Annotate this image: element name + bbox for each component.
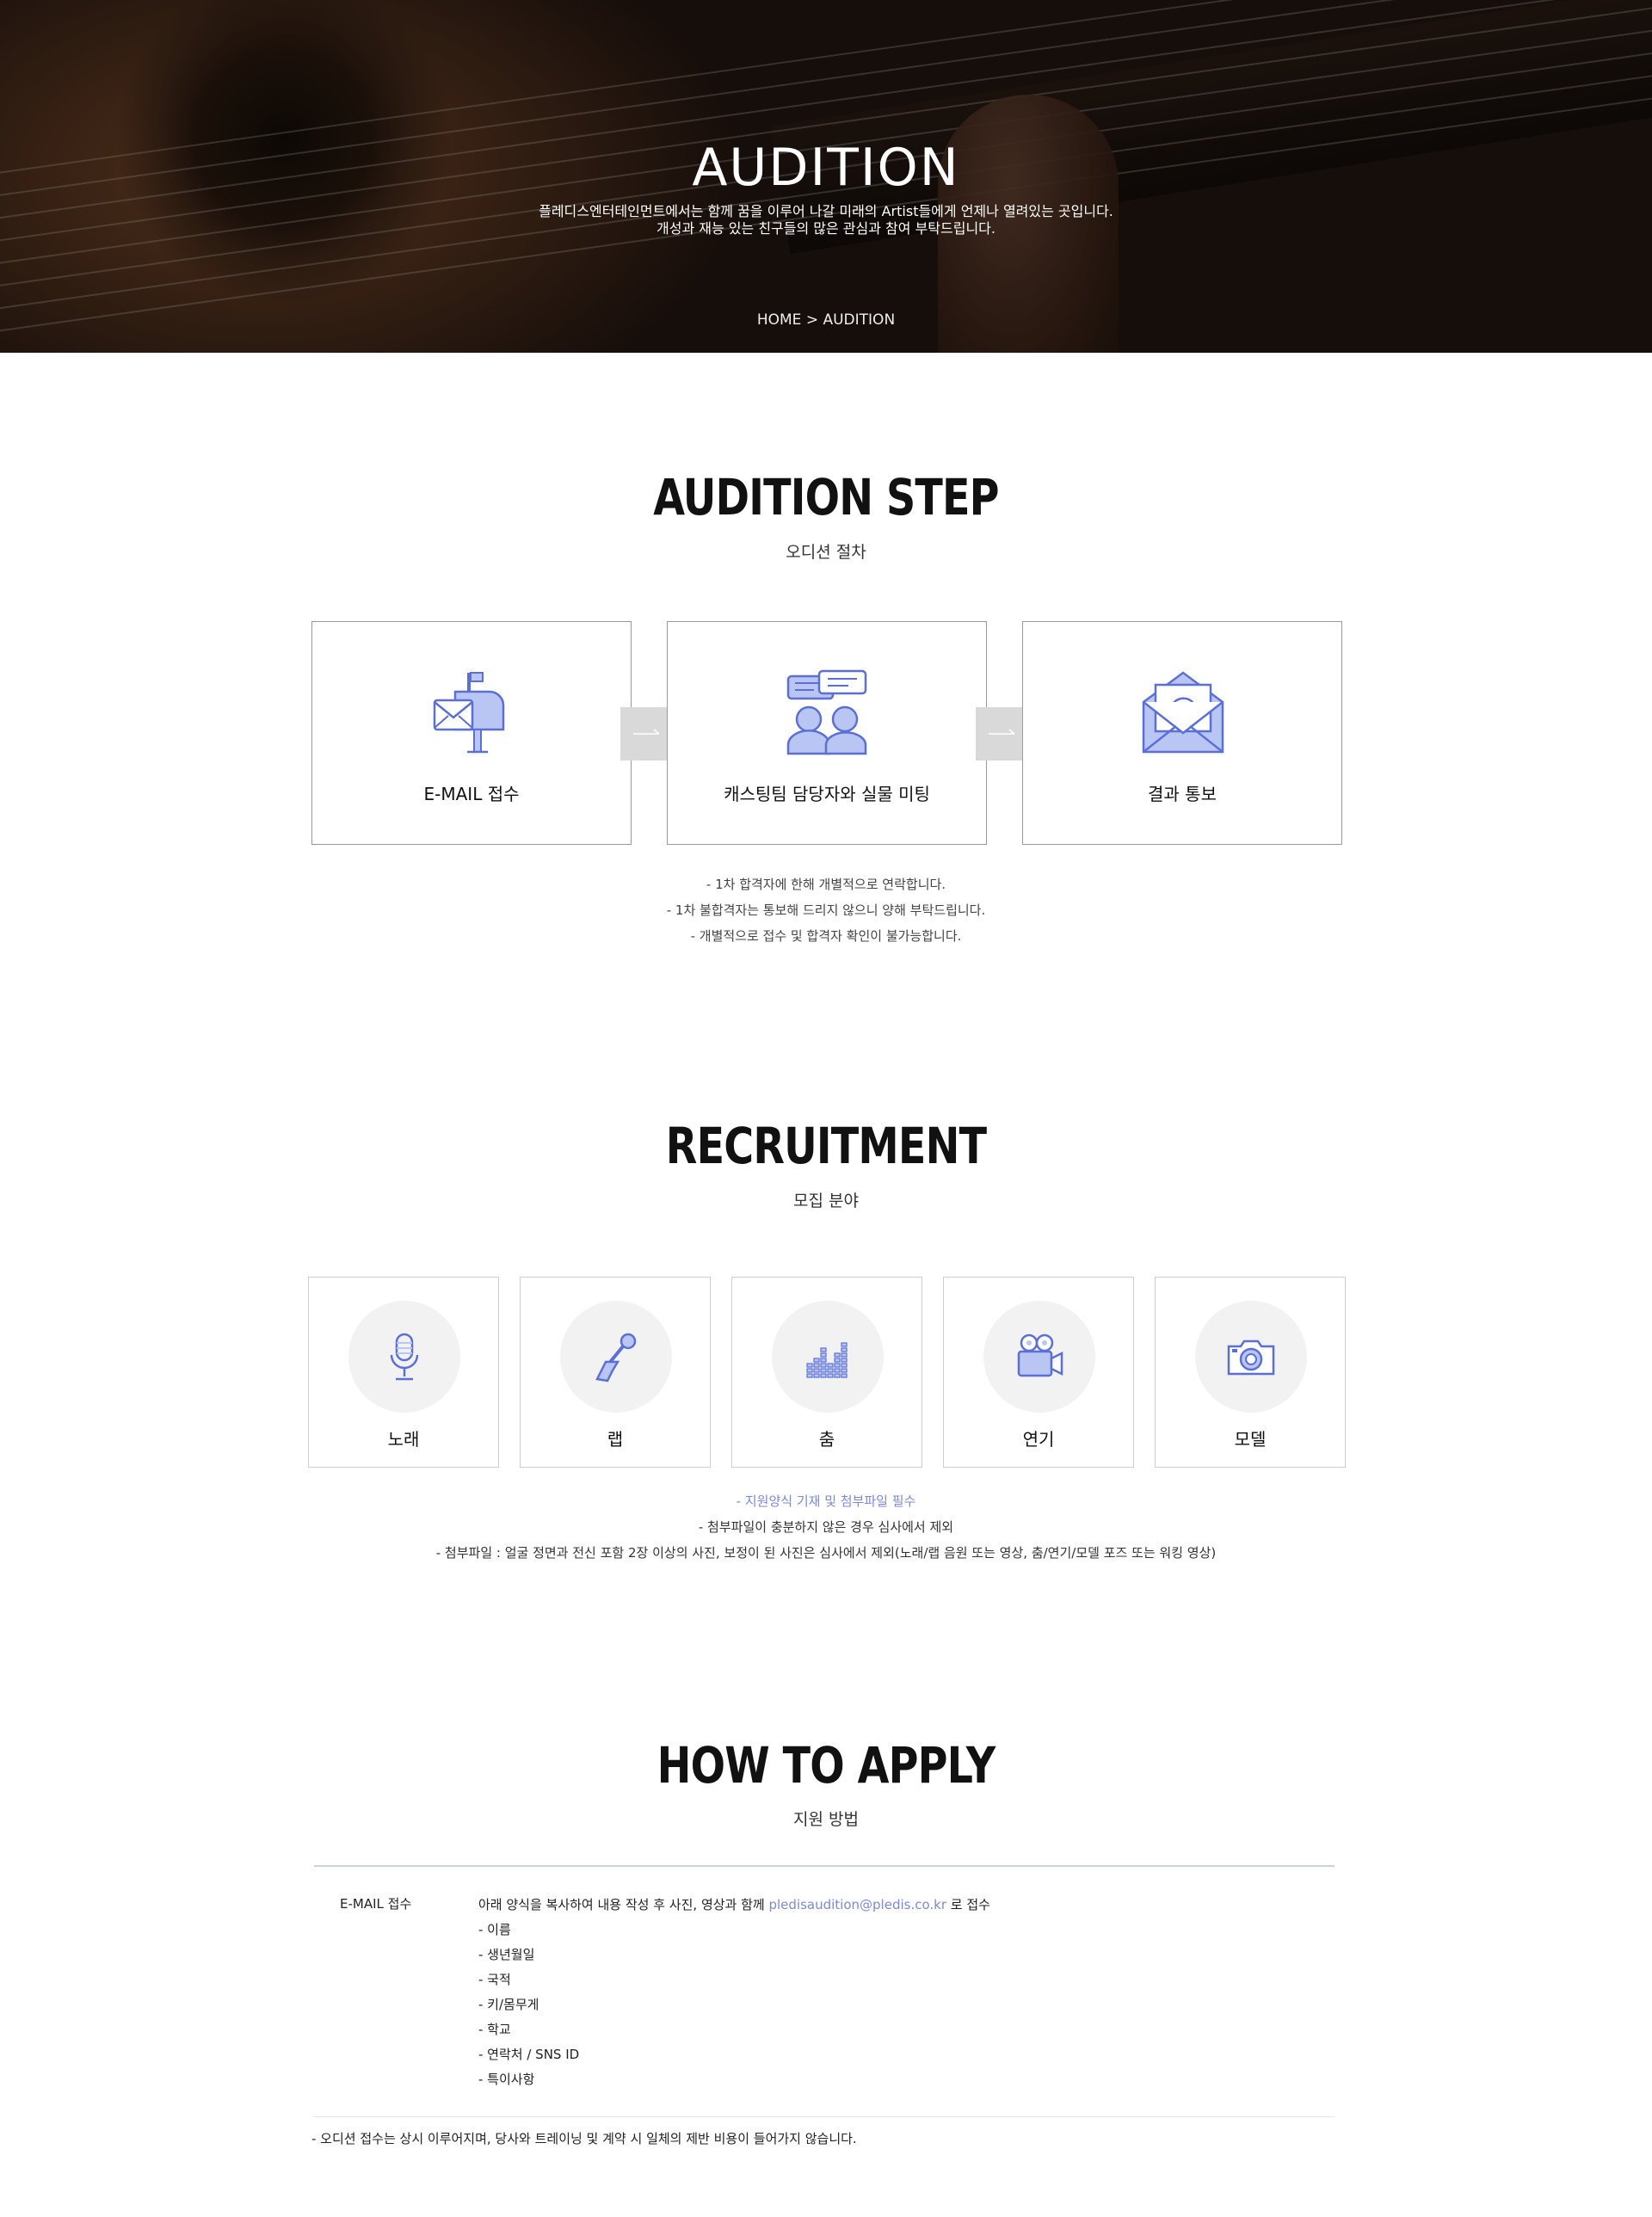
microphone-icon [390, 1333, 419, 1381]
hero-description-line1: 플레디스엔터테인먼트에서는 함께 꿈을 이루어 나갈 미래의 Artist들에게… [539, 203, 1113, 219]
hero-banner: AUDITION 플레디스엔터테인먼트에서는 함께 꿈을 이루어 나갈 미래의 … [0, 0, 1652, 353]
apply-field: - 학교 [478, 2022, 511, 2037]
apply-field: - 연락처 / SNS ID [478, 2047, 580, 2062]
step-note: - 1차 합격자에 한해 개별적으로 연락합니다. [706, 877, 946, 892]
apply-field: - 이름 [478, 1922, 511, 1937]
how-to-apply-subtitle: 지원 방법 [793, 1810, 859, 1829]
icon-circle [983, 1301, 1095, 1413]
how-to-apply-title: HOW TO APPLY [656, 1736, 996, 1795]
icon-circle [1195, 1301, 1307, 1413]
apply-separator [314, 2116, 1335, 2117]
recruit-item-acting[interactable]: 연기 [943, 1277, 1134, 1468]
recruit-item-singing[interactable]: 노래 [308, 1277, 499, 1468]
audition-step-title: AUDITION STEP [653, 468, 999, 527]
breadcrumb-current: AUDITION [823, 311, 896, 329]
apply-intro: 아래 양식을 복사하여 내용 작성 후 사진, 영상과 함께 pledisaud… [478, 1893, 990, 1918]
step-arrow [620, 707, 674, 761]
apply-footnote: - 오디션 접수는 상시 이루어지며, 당사와 트레이닝 및 계약 시 일체의 … [311, 2131, 857, 2146]
equalizer-icon [806, 1342, 848, 1378]
icon-circle [560, 1301, 672, 1413]
icon-circle [348, 1301, 460, 1413]
step-note: - 개별적으로 접수 및 합격자 확인이 불가능합니다. [690, 928, 962, 944]
apply-divider [314, 1865, 1335, 1867]
step-label: 캐스팅팀 담당자와 실물 미팅 [724, 784, 930, 804]
breadcrumb: HOME > AUDITION [0, 311, 1652, 329]
step-label: E-MAIL 접수 [423, 784, 520, 804]
apply-instructions: 아래 양식을 복사하여 내용 작성 후 사진, 영상과 함께 pledisaud… [478, 1893, 990, 2092]
apply-field: - 국적 [478, 1972, 511, 1987]
apply-email-link[interactable]: pledisaudition@pledis.co.kr [768, 1897, 946, 1912]
audition-step-subtitle: 오디션 절차 [786, 543, 866, 562]
recruitment-note: - 첨부파일 : 얼굴 정면과 전신 포함 2장 이상의 사진, 보정이 된 사… [435, 1545, 1217, 1561]
hero-description-line2: 개성과 재능 있는 친구들의 많은 관심과 참여 부탁드립니다. [656, 220, 996, 237]
apply-intro-text: 로 접수 [946, 1897, 990, 1912]
recruit-item-label: 랩 [607, 1429, 624, 1450]
apply-intro-text: 아래 양식을 복사하여 내용 작성 후 사진, 영상과 함께 [478, 1897, 769, 1912]
camera-icon [1227, 1339, 1275, 1376]
step-arrow [976, 707, 1029, 761]
recruit-item-label: 춤 [818, 1429, 835, 1450]
meeting-icon [786, 669, 867, 755]
arrow-right-icon [989, 729, 1015, 735]
recruitment-notes: - 지원양식 기재 및 첨부파일 필수 - 첨부파일이 충분하지 않은 경우 심… [0, 1488, 1652, 1566]
recruit-item-label: 노래 [387, 1429, 420, 1450]
step-notes: - 1차 합격자에 한해 개별적으로 연락합니다. - 1차 불합격자는 통보해… [0, 871, 1652, 949]
step-meeting: 캐스팅팀 담당자와 실물 미팅 [667, 621, 987, 845]
apply-field: - 생년월일 [478, 1947, 535, 1962]
recruit-item-model[interactable]: 모델 [1155, 1277, 1346, 1468]
breadcrumb-separator: > [805, 311, 819, 329]
recruit-item-rap[interactable]: 랩 [520, 1277, 711, 1468]
recruitment-note-required: - 지원양식 기재 및 첨부파일 필수 [736, 1493, 916, 1509]
breadcrumb-home-link[interactable]: HOME [757, 311, 802, 329]
arrow-right-icon [633, 729, 660, 735]
envelope-at-icon: @ [1142, 671, 1224, 754]
hero-description: 플레디스엔터테인먼트에서는 함께 꿈을 이루어 나갈 미래의 Artist들에게… [0, 203, 1652, 237]
recruitment-subtitle: 모집 분야 [793, 1192, 859, 1210]
recruitment-note: - 첨부파일이 충분하지 않은 경우 심사에서 제외 [698, 1519, 954, 1535]
step-email: E-MAIL 접수 [311, 621, 632, 845]
recruitment-title: RECRUITMENT [665, 1117, 987, 1175]
icon-circle [772, 1301, 884, 1413]
apply-field: - 특이사항 [478, 2072, 535, 2087]
step-label: 결과 통보 [1148, 784, 1217, 804]
page-title: AUDITION [692, 138, 960, 198]
apply-field: - 키/몸무게 [478, 1997, 539, 2012]
hand-mic-icon [595, 1333, 637, 1383]
mailbox-icon [433, 672, 505, 754]
recruit-item-dance[interactable]: 춤 [731, 1277, 922, 1468]
recruit-item-label: 연기 [1022, 1429, 1055, 1450]
recruit-item-label: 모델 [1234, 1429, 1267, 1450]
apply-method-label: E-MAIL 접수 [340, 1896, 412, 1912]
video-camera-icon [1017, 1333, 1063, 1377]
step-note: - 1차 불합격자는 통보해 드리지 않으니 양해 부탁드립니다. [666, 902, 986, 918]
step-result: @ 결과 통보 [1022, 621, 1342, 845]
